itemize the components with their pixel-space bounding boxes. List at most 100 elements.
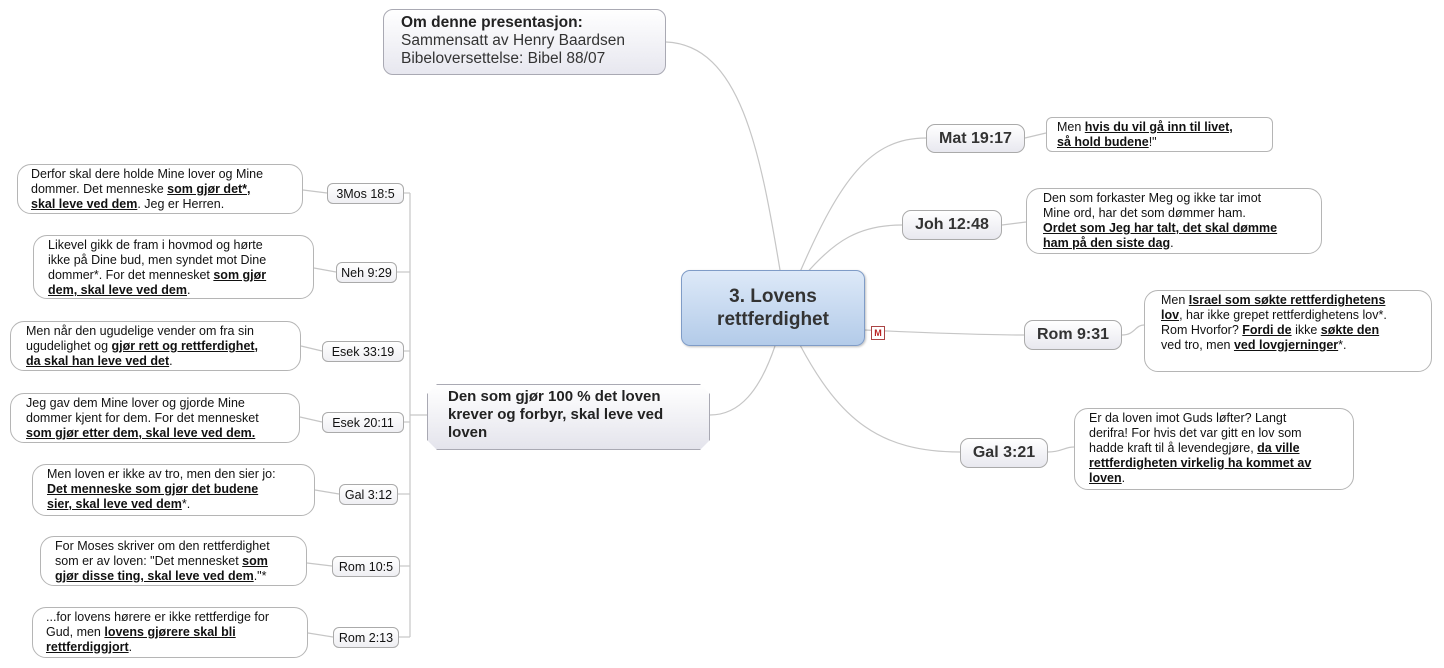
- verse-emphasis: ham på den siste dag: [1043, 236, 1171, 250]
- verse-gal-3-12[interactable]: Men loven er ikke av tro, men den sier j…: [32, 464, 315, 516]
- verse-emphasis: søkte den: [1320, 323, 1380, 337]
- verse-emphasis: som gjør etter dem, skal leve ved dem.: [26, 426, 256, 440]
- verse-text: .: [1170, 236, 1174, 250]
- verse-text: For Moses skriver om den rettferdighet: [55, 539, 270, 553]
- ref-label: Rom 2:13: [338, 630, 394, 645]
- verse-emphasis: sier, skal leve ved dem: [47, 497, 182, 511]
- verse-emphasis: ved lovgjerninger: [1233, 338, 1339, 352]
- verse-text: ugudelighet og: [26, 339, 112, 353]
- ref-gal-3-21[interactable]: Gal 3:21: [960, 438, 1048, 468]
- info-topic[interactable]: Om denne presentasjon: Sammensatt av Hen…: [383, 9, 666, 75]
- verse-text: *.: [1338, 338, 1347, 352]
- verse-emphasis: som gjør det*,: [167, 182, 251, 196]
- verse-3mos-18-5[interactable]: Derfor skal dere holde Mine lover og Min…: [17, 164, 303, 214]
- verse-text: dommer*. For det mennesket: [48, 268, 214, 282]
- info-title: Om denne presentasjon:: [401, 14, 583, 31]
- ref-label: 3Mos 18:5: [336, 186, 395, 201]
- verse-rom-10-5[interactable]: For Moses skriver om den rettferdighet s…: [40, 536, 307, 586]
- ref-label: Gal 3:21: [972, 444, 1036, 461]
- verse-text: ved tro, men: [1161, 338, 1234, 352]
- info-line2: Bibeloversettelse: Bibel 88/07: [401, 50, 606, 67]
- ref-label: Mat 19:17: [939, 129, 1012, 147]
- ref-mat-19-17[interactable]: Mat 19:17: [926, 124, 1025, 153]
- verse-text: Men loven er ikke av tro, men den sier j…: [47, 467, 276, 481]
- verse-text: som er av loven: "Det mennesket: [55, 554, 243, 568]
- verse-gal-3-21[interactable]: Er da loven imot Guds løfter? Langt deri…: [1074, 408, 1354, 490]
- verse-text: Den som forkaster Meg og ikke tar imot: [1043, 191, 1262, 205]
- ref-esek-20-11[interactable]: Esek 20:11: [322, 412, 404, 433]
- attachment-icon[interactable]: M: [871, 326, 885, 340]
- verse-emphasis: da skal han leve ved det: [26, 354, 170, 368]
- verse-emphasis: hvis du vil gå inn til livet,: [1084, 120, 1233, 134]
- verse-text: Men når den ugudelige vender om fra sin: [26, 324, 254, 338]
- ref-gal-3-12[interactable]: Gal 3:12: [339, 484, 398, 505]
- verse-rom-2-13[interactable]: ...for lovens hørere er ikke rettferdige…: [32, 607, 308, 658]
- verse-emphasis: da ville: [1257, 441, 1300, 455]
- central-topic-line1: 3. Lovens: [729, 286, 817, 307]
- ref-rom-10-5[interactable]: Rom 10:5: [332, 556, 400, 577]
- verse-text: dommer kjent for dem. For det mennesket: [26, 411, 259, 425]
- verse-text: !": [1148, 135, 1157, 149]
- ref-label: Rom 9:31: [1036, 326, 1110, 343]
- verse-esek-20-11[interactable]: Jeg gav dem Mine lover og gjorde Mine do…: [10, 393, 300, 443]
- verse-text: ."*: [253, 569, 267, 583]
- verse-text: Mine ord, har det som dømmer ham.: [1043, 206, 1246, 220]
- verse-emphasis: Det menneske som gjør det budene: [47, 482, 259, 496]
- verse-text: Gud, men: [46, 625, 105, 639]
- verse-text: Derfor skal dere holde Mine lover og Min…: [31, 167, 264, 181]
- verse-text: Jeg gav dem Mine lover og gjorde Mine: [26, 396, 245, 410]
- verse-neh-9-29[interactable]: Likevel gikk de fram i hovmod og hørte i…: [33, 235, 314, 299]
- verse-emphasis: skal leve ved dem: [31, 197, 138, 211]
- verse-emphasis: rettferdiggjort: [46, 640, 129, 654]
- verse-text: ikke: [1291, 323, 1321, 337]
- left-main-topic-line1: Den som gjør 100 % det loven: [448, 388, 661, 405]
- verse-mat-19-17[interactable]: Men hvis du vil gå inn til livet, så hol…: [1046, 117, 1273, 152]
- verse-text: Likevel gikk de fram i hovmod og hørte: [48, 238, 263, 252]
- verse-emphasis: Israel som søkte rettferdighetens: [1188, 293, 1386, 307]
- verse-text: .: [169, 354, 173, 368]
- ref-rom-2-13[interactable]: Rom 2:13: [333, 627, 399, 648]
- verse-emphasis: som: [242, 554, 268, 568]
- ref-joh-12-48[interactable]: Joh 12:48: [902, 210, 1002, 240]
- verse-text: Er da loven imot Guds løfter? Langt: [1089, 411, 1287, 425]
- verse-text: ...for lovens hørere er ikke rettferdige…: [46, 610, 270, 624]
- verse-emphasis: så hold budene: [1057, 135, 1149, 149]
- ref-label: Esek 33:19: [331, 344, 395, 359]
- ref-label: Esek 20:11: [332, 415, 394, 430]
- ref-rom-9-31[interactable]: Rom 9:31: [1024, 320, 1122, 350]
- ref-label: Joh 12:48: [915, 216, 989, 233]
- verse-emphasis: som gjør: [213, 268, 267, 282]
- verse-emphasis: Ordet som Jeg har talt, det skal dømme: [1043, 221, 1278, 235]
- ref-3mos-18-5[interactable]: 3Mos 18:5: [327, 183, 404, 204]
- ref-label: Rom 10:5: [338, 559, 394, 574]
- verse-emphasis: lovens gjørere skal bli: [104, 625, 236, 639]
- verse-emphasis: dem, skal leve ved dem: [48, 283, 187, 297]
- verse-text: .: [1121, 471, 1126, 485]
- verse-text: Men: [1161, 293, 1189, 307]
- verse-emphasis: Fordi de: [1242, 323, 1292, 337]
- verse-text: . Jeg er Herren.: [137, 197, 225, 211]
- verse-emphasis: lov: [1161, 308, 1180, 322]
- verse-text: dommer. Det menneske: [31, 182, 168, 196]
- left-main-topic[interactable]: Den som gjør 100 % det loven krever og f…: [427, 384, 710, 450]
- ref-label: Neh 9:29: [341, 265, 392, 280]
- central-topic-line2: rettferdighet: [717, 309, 829, 330]
- verse-text: ikke på Dine bud, men syndet mot Dine: [48, 253, 267, 267]
- verse-text: *.: [181, 497, 191, 511]
- verse-text: , har ikke grepet rettferdighetens lov*.: [1179, 308, 1387, 322]
- verse-text: Men: [1057, 120, 1085, 134]
- left-main-topic-line3: loven: [448, 424, 488, 441]
- verse-rom-9-31[interactable]: Men Israel som søkte rettferdighetens lo…: [1144, 290, 1432, 372]
- verse-emphasis: loven: [1089, 471, 1122, 485]
- verse-text: .: [186, 283, 191, 297]
- verse-joh-12-48[interactable]: Den som forkaster Meg og ikke tar imot M…: [1026, 188, 1322, 254]
- verse-emphasis: gjør rett og rettferdighet,: [111, 339, 259, 353]
- ref-neh-9-29[interactable]: Neh 9:29: [336, 262, 397, 283]
- ref-esek-33-19[interactable]: Esek 33:19: [322, 341, 404, 362]
- verse-text: .: [128, 640, 133, 654]
- verse-esek-33-19[interactable]: Men når den ugudelige vender om fra sin …: [10, 321, 301, 371]
- verse-emphasis: gjør disse ting, skal leve ved dem: [55, 569, 254, 583]
- ref-label: Gal 3:12: [344, 487, 393, 502]
- central-topic[interactable]: 3. Lovens rettferdighet: [681, 270, 865, 346]
- info-line1: Sammensatt av Henry Baardsen: [401, 32, 625, 49]
